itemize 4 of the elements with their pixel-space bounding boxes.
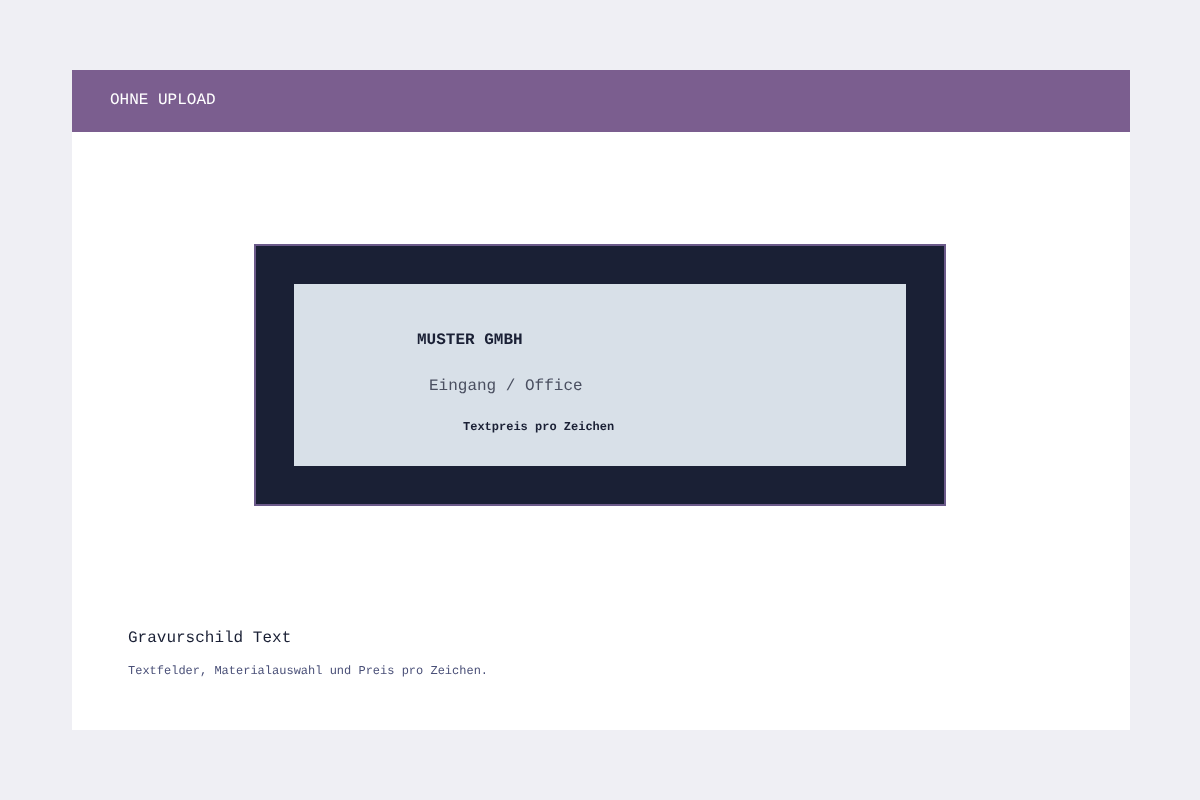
sign-text: MUSTER GMBH xyxy=(417,332,523,350)
caption-title: Gravurschild Text xyxy=(128,630,294,648)
header-title: OHNE UPLOAD xyxy=(110,92,216,110)
sign-text: Eingang / Office xyxy=(429,378,583,396)
